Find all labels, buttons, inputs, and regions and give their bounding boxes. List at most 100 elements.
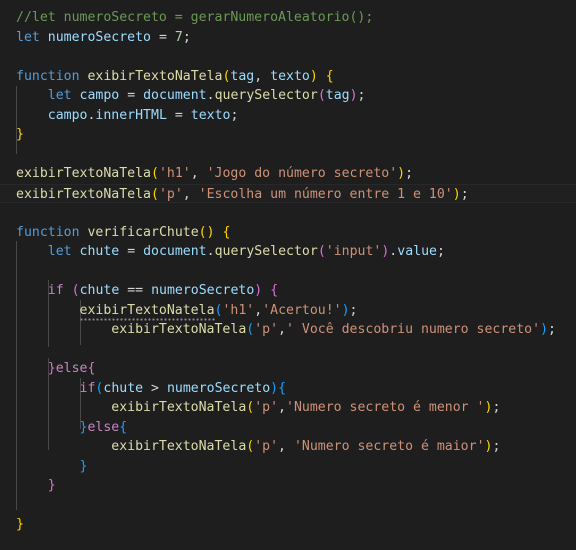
- code-token: ): [309, 68, 318, 84]
- code-token: chute: [103, 380, 144, 396]
- code-line[interactable]: }: [0, 125, 576, 145]
- code-token: ): [452, 186, 461, 202]
- code-token: function: [16, 224, 80, 240]
- code-line[interactable]: exibirTextoNaTela('p','Numero secreto é …: [0, 398, 576, 418]
- code-token: 'Acertou!': [262, 302, 342, 318]
- code-token: querySelector: [214, 244, 318, 259]
- code-token: =: [127, 88, 136, 103]
- code-token: (: [198, 224, 207, 240]
- code-line[interactable]: [0, 496, 576, 516]
- code-line[interactable]: exibirTextoNaTela('p', 'Numero secreto é…: [0, 437, 576, 457]
- code-token: let: [16, 29, 40, 45]
- code-token: exibirTextoNaTela: [16, 166, 151, 181]
- code-line[interactable]: [0, 47, 576, 67]
- code-token: else: [87, 419, 120, 435]
- code-line[interactable]: [0, 262, 576, 282]
- code-token: exibirTextoNaTela: [111, 400, 247, 415]
- code-line[interactable]: function exibirTextoNaTela(tag, texto) {: [0, 67, 576, 87]
- code-token: (: [317, 244, 326, 259]
- code-token: ;: [405, 166, 414, 181]
- code-line[interactable]: if (chute == numeroSecreto) {: [0, 281, 576, 301]
- code-token: function: [16, 68, 80, 84]
- code-token: querySelector: [214, 88, 318, 103]
- code-token: 'p': [254, 322, 279, 337]
- code-token: exibirTextoNatela: [79, 302, 215, 318]
- code-token: ,: [278, 400, 286, 415]
- code-line[interactable]: let numeroSecreto = 7;: [0, 28, 576, 48]
- code-token: ,: [182, 186, 191, 202]
- code-token: exibirTextoNaTela: [111, 322, 247, 337]
- code-line[interactable]: }: [0, 476, 576, 496]
- code-token: ,: [254, 302, 263, 318]
- code-line[interactable]: [0, 203, 576, 223]
- code-token: document: [143, 88, 207, 103]
- code-line[interactable]: //let numeroSecreto = gerarNumeroAleator…: [0, 8, 576, 28]
- code-token: 'p': [254, 400, 279, 415]
- code-token: .: [206, 244, 215, 259]
- code-line[interactable]: let campo = document.querySelector(tag);: [0, 86, 576, 106]
- code-token: ' Você descobriu numero secreto': [286, 322, 541, 337]
- code-token: ): [206, 224, 215, 240]
- code-token: {: [278, 380, 287, 396]
- code-token: .: [206, 88, 215, 103]
- code-token: tag: [325, 88, 350, 103]
- code-token: ;: [230, 107, 239, 123]
- code-token: numeroSecreto: [47, 29, 151, 45]
- code-token: =: [127, 244, 136, 259]
- code-token: ,: [190, 166, 199, 181]
- code-token: ;: [436, 244, 445, 259]
- code-line[interactable]: function verificarChute() {: [0, 223, 576, 243]
- code-line[interactable]: [0, 145, 576, 165]
- code-line[interactable]: }: [0, 457, 576, 477]
- code-line[interactable]: }: [0, 515, 576, 535]
- code-line[interactable]: }else{: [0, 359, 576, 379]
- code-token: ,: [278, 439, 286, 454]
- code-token: }: [16, 127, 24, 142]
- code-token: ,: [254, 68, 263, 84]
- code-token: innerHTML: [95, 107, 167, 123]
- code-token: =: [174, 107, 183, 123]
- code-line[interactable]: [0, 340, 576, 360]
- code-line[interactable]: exibirTextoNatela('h1','Acertou!');: [0, 301, 576, 321]
- code-line[interactable]: exibirTextoNaTela('h1', 'Jogo do número …: [0, 164, 576, 184]
- code-surface[interactable]: //let numeroSecreto = gerarNumeroAleator…: [0, 8, 576, 535]
- code-token: ;: [460, 186, 469, 202]
- code-line[interactable]: exibirTextoNaTela('p', 'Escolha um númer…: [0, 183, 576, 203]
- code-token: chute: [79, 244, 120, 259]
- code-token: {: [222, 224, 231, 240]
- code-token: exibirTextoNaTela: [16, 186, 151, 202]
- code-token: ==: [127, 283, 144, 298]
- code-line[interactable]: campo.innerHTML = texto;: [0, 106, 576, 126]
- code-line[interactable]: let chute = document.querySelector('inpu…: [0, 242, 576, 262]
- code-token: ;: [492, 400, 501, 415]
- code-token: value: [397, 244, 437, 259]
- code-line[interactable]: exibirTextoNaTela('p',' Você descobriu n…: [0, 320, 576, 340]
- code-line[interactable]: }else{: [0, 418, 576, 438]
- code-token: {: [325, 68, 334, 84]
- code-line[interactable]: if(chute > numeroSecreto){: [0, 379, 576, 399]
- code-editor[interactable]: //let numeroSecreto = gerarNumeroAleator…: [0, 0, 576, 550]
- code-token: numeroSecreto: [151, 283, 255, 298]
- code-token: (: [317, 88, 326, 103]
